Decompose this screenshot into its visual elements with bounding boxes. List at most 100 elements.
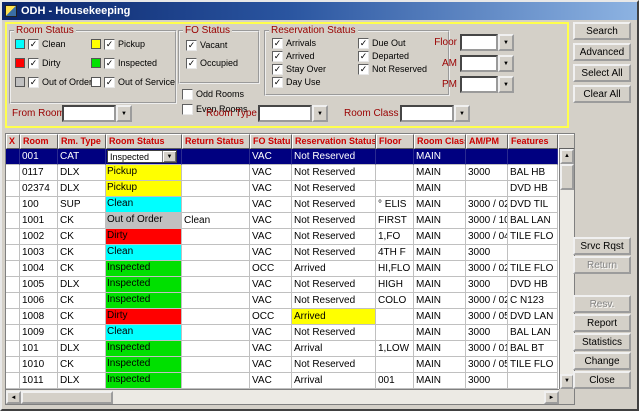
cell-x-02374[interactable] [6,181,20,197]
cell-fo_status-0117[interactable]: VAC [250,165,292,181]
cell-rm_type-101[interactable]: DLX [58,341,106,357]
cell-floor-1005[interactable]: HIGH [376,277,414,293]
cell-fo_status-001[interactable]: VAC [250,149,292,165]
day-use-checkbox[interactable]: ✓ [272,77,283,88]
room-class-dropdown-icon[interactable]: ▼ [454,105,470,122]
cell-features-1010[interactable]: TILE FLO [508,357,558,373]
scroll-up-icon[interactable]: ▲ [560,149,574,164]
cell-rm_type-1002[interactable]: CK [58,229,106,245]
table-row-1010[interactable]: 1010CKInspectedVACNot ReservedMAIN3000 /… [6,357,559,373]
cell-rm_type-1011[interactable]: DLX [58,373,106,389]
cell-room_class-0117[interactable]: MAIN [414,165,466,181]
cell-ampm-101[interactable]: 3000 / 01 [466,341,508,357]
cell-ampm-0117[interactable]: 3000 [466,165,508,181]
cell-return_status-1001[interactable]: Clean [182,213,250,229]
am-combo-value[interactable] [460,55,498,72]
cell-res_status-1001[interactable]: Not Reserved [292,213,376,229]
even-rooms-checkbox[interactable] [182,104,193,115]
cell-room_class-001[interactable]: MAIN [414,149,466,165]
cell-features-1002[interactable]: TILE FLO [508,229,558,245]
arrivals-checkbox[interactable]: ✓ [272,38,283,49]
cell-x-1004[interactable] [6,261,20,277]
cell-rm_type-1005[interactable]: DLX [58,277,106,293]
cell-features-001[interactable] [508,149,558,165]
cell-floor-001[interactable] [376,149,414,165]
cell-x-1002[interactable] [6,229,20,245]
cell-fo_status-02374[interactable]: VAC [250,181,292,197]
cell-rm_type-100[interactable]: SUP [58,197,106,213]
table-row-1003[interactable]: 1003CKCleanVACNot Reserved4TH FMAIN3000 [6,245,559,261]
cell-room_status-1008[interactable]: Dirty [106,309,182,325]
cell-features-1006[interactable]: C N123 [508,293,558,309]
from-room-dropdown-icon[interactable]: ▼ [116,105,132,122]
cell-ampm-1008[interactable]: 3000 / 05 [466,309,508,325]
cell-return_status-1006[interactable] [182,293,250,309]
cell-room-0117[interactable]: 0117 [20,165,58,181]
horizontal-scroll-thumb[interactable] [21,391,113,404]
cell-res_status-1010[interactable]: Not Reserved [292,357,376,373]
room-status-combo-arrow-icon[interactable]: ▼ [162,151,176,162]
cell-rm_type-0117[interactable]: DLX [58,165,106,181]
cell-res_status-100[interactable]: Not Reserved [292,197,376,213]
cell-room_status-1011[interactable]: Inspected [106,373,182,389]
cell-x-001[interactable] [6,149,20,165]
cell-fo_status-1009[interactable]: VAC [250,325,292,341]
clear-all-button[interactable]: Clear All [573,85,631,103]
cell-features-100[interactable]: DVD TIL [508,197,558,213]
cell-x-0117[interactable] [6,165,20,181]
cell-return_status-101[interactable] [182,341,250,357]
cell-room-1006[interactable]: 1006 [20,293,58,309]
cell-rm_type-1008[interactable]: CK [58,309,106,325]
cell-fo_status-100[interactable]: VAC [250,197,292,213]
cell-rm_type-02374[interactable]: DLX [58,181,106,197]
table-row-0117[interactable]: 0117DLXPickupVACNot ReservedMAIN3000BAL … [6,165,559,181]
cell-floor-101[interactable]: 1,LOW [376,341,414,357]
close-button[interactable]: Close [573,371,631,389]
cell-features-1009[interactable]: BAL LAN [508,325,558,341]
cell-res_status-1011[interactable]: Arrival [292,373,376,389]
cell-room_status-1010[interactable]: Inspected [106,357,182,373]
cell-ampm-1011[interactable]: 3000 [466,373,508,389]
vertical-scroll-thumb[interactable] [560,164,574,190]
cell-room_status-1004[interactable]: Inspected [106,261,182,277]
cell-res_status-1006[interactable]: Not Reserved [292,293,376,309]
column-header-am-pm[interactable]: AM/PM [466,134,508,149]
cell-ampm-1009[interactable]: 3000 [466,325,508,341]
from-room-combo[interactable]: ▼ [62,105,132,122]
cell-fo_status-1010[interactable]: VAC [250,357,292,373]
cell-floor-100[interactable]: ° ELIS [376,197,414,213]
cell-features-1011[interactable] [508,373,558,389]
cell-room_class-1004[interactable]: MAIN [414,261,466,277]
column-header-room-class[interactable]: Room Class [414,134,466,149]
cell-rm_type-1001[interactable]: CK [58,213,106,229]
cell-room_class-1006[interactable]: MAIN [414,293,466,309]
cell-room-1005[interactable]: 1005 [20,277,58,293]
cell-ampm-1004[interactable]: 3000 / 02 [466,261,508,277]
cell-ampm-1010[interactable]: 3000 / 05 [466,357,508,373]
cell-fo_status-1006[interactable]: VAC [250,293,292,309]
cell-room-1001[interactable]: 1001 [20,213,58,229]
vertical-scrollbar[interactable]: ▲ ▼ [559,149,574,389]
cell-fo_status-1005[interactable]: VAC [250,277,292,293]
table-row-02374[interactable]: 02374DLXPickupVACNot ReservedMAINDVD HB [6,181,559,197]
cell-room-02374[interactable]: 02374 [20,181,58,197]
table-row-1011[interactable]: 1011DLXInspectedVACArrival001MAIN3000 [6,373,559,389]
column-header-fo-status[interactable]: FO Status [250,134,292,149]
pickup-checkbox[interactable]: ✓ [104,39,115,50]
cell-ampm-1002[interactable]: 3000 / 04 [466,229,508,245]
cell-floor-1001[interactable]: FIRST [376,213,414,229]
column-header-room[interactable]: Room [20,134,58,149]
pm-combo-value[interactable] [460,76,498,93]
cell-room_status-1002[interactable]: Dirty [106,229,182,245]
cell-room_status-1005[interactable]: Inspected [106,277,182,293]
floor-combo[interactable]: ▼ [460,34,514,51]
from-room-combo-value[interactable] [62,105,116,122]
cell-return_status-1011[interactable] [182,373,250,389]
cell-room_class-1002[interactable]: MAIN [414,229,466,245]
cell-x-1001[interactable] [6,213,20,229]
cell-x-1011[interactable] [6,373,20,389]
cell-return_status-1004[interactable] [182,261,250,277]
cell-room_status-1006[interactable]: Inspected [106,293,182,309]
column-header-floor[interactable]: Floor [376,134,414,149]
cell-floor-1010[interactable] [376,357,414,373]
